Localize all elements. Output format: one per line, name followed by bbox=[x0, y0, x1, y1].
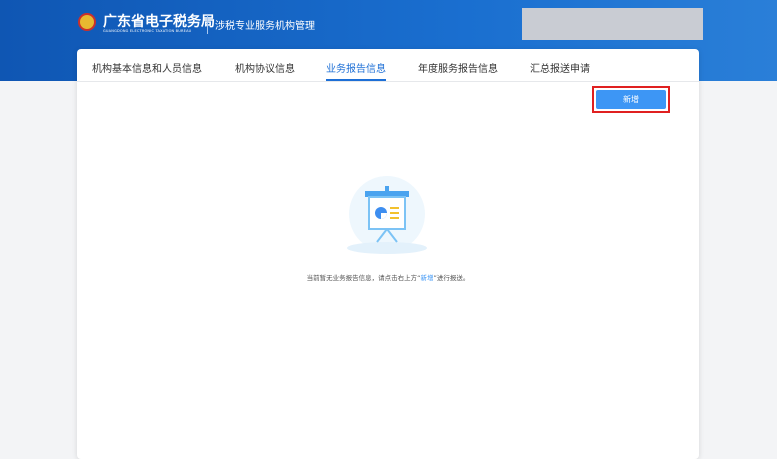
add-button[interactable]: 新增 bbox=[596, 90, 666, 109]
tab-annual-report[interactable]: 年度服务报告信息 bbox=[418, 60, 498, 75]
module-title: 涉税专业服务机构管理 bbox=[215, 21, 315, 32]
tab-agreement[interactable]: 机构协议信息 bbox=[235, 60, 295, 75]
divider bbox=[207, 14, 208, 34]
site-title-en: GUANGDONG ELECTRONIC TAXATION BUREAU bbox=[103, 29, 192, 33]
tab-bar: 机构基本信息和人员信息 机构协议信息 业务报告信息 年度服务报告信息 汇总报送申… bbox=[77, 49, 699, 82]
tab-summary-submission[interactable]: 汇总报送申请 bbox=[530, 60, 590, 75]
add-button-highlight: 新增 bbox=[592, 86, 670, 113]
content-card: 机构基本信息和人员信息 机构协议信息 业务报告信息 年度服务报告信息 汇总报送申… bbox=[77, 49, 699, 459]
site-title: 广东省电子税务局 bbox=[103, 14, 215, 30]
add-link-text: 新增 bbox=[420, 274, 434, 282]
empty-message: 当前暂无业务报告信息，请点击右上方“新增”进行报送。 bbox=[306, 274, 470, 282]
tab-business-report[interactable]: 业务报告信息 bbox=[326, 60, 386, 81]
tab-basic-info[interactable]: 机构基本信息和人员信息 bbox=[92, 60, 202, 75]
empty-presentation-icon bbox=[347, 176, 427, 254]
user-info-redacted bbox=[522, 8, 703, 40]
tax-bureau-emblem-icon bbox=[78, 13, 96, 31]
